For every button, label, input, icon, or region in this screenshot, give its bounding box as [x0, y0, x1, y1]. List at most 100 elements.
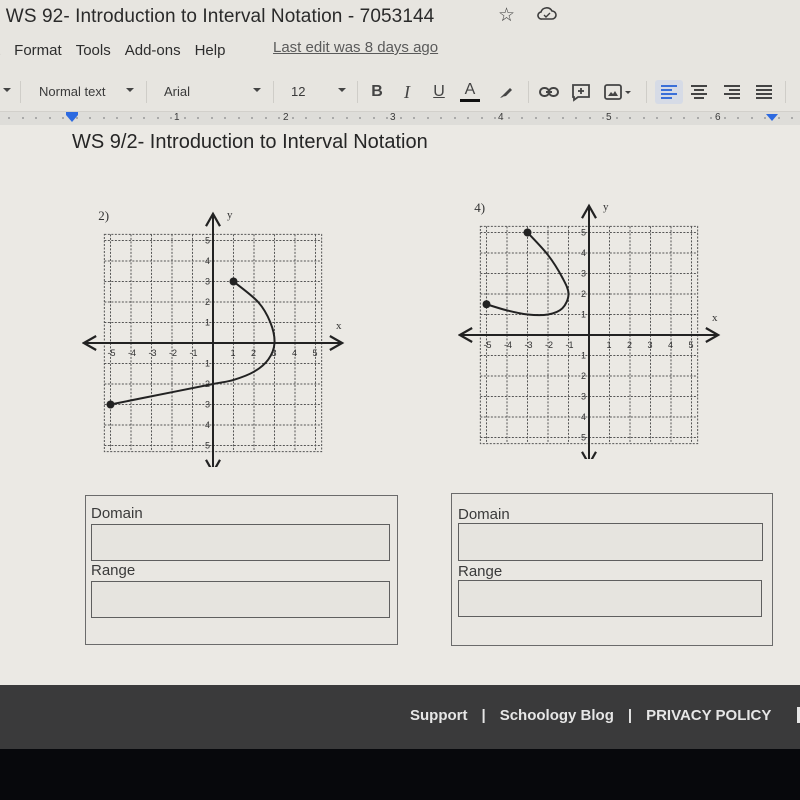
y-tick-label: 1 [205, 318, 210, 328]
x-tick-label: -5 [484, 340, 492, 350]
document-page[interactable]: WS 9/2- Introduction to Interval Notatio… [0, 125, 800, 685]
font-size-select[interactable]: 12 [291, 84, 305, 99]
ruler-tick [588, 117, 591, 119]
ruler-tick [750, 117, 753, 119]
x-tick-label: 5 [313, 348, 318, 358]
y-tick-label: 1 [581, 351, 586, 361]
chevron-down-icon[interactable] [3, 88, 11, 92]
underline-button[interactable]: U [431, 80, 447, 104]
ruler-tick [129, 117, 132, 119]
ruler-tick [102, 117, 105, 119]
footer-separator: | [481, 707, 486, 724]
y-tick-label: 5 [205, 236, 210, 246]
ruler-tick [561, 117, 564, 119]
footer-separator: | [627, 707, 633, 724]
ruler-tick [318, 117, 321, 119]
x-tick-label: -3 [525, 340, 533, 350]
x-tick-label: 4 [668, 340, 673, 350]
ruler-tick [251, 117, 253, 119]
y-tick-label: 4 [205, 420, 210, 430]
range-input[interactable] [458, 580, 762, 617]
font-family-select[interactable]: Arial [164, 84, 190, 99]
bold-button[interactable]: B [368, 80, 386, 104]
justify-icon[interactable] [755, 80, 773, 104]
ruler-tick [413, 117, 415, 119]
ruler-tick [116, 117, 118, 119]
domain-input[interactable] [91, 524, 390, 561]
menu-help[interactable]: Help [195, 42, 226, 59]
italic-button[interactable]: I [399, 80, 415, 104]
ruler-tick [683, 117, 685, 119]
ruler-tick [35, 117, 37, 119]
ruler-tick [737, 117, 739, 119]
ruler-number: 4 [498, 112, 504, 123]
y-tick-label: 4 [581, 248, 586, 258]
menu-tools[interactable]: Tools [76, 42, 111, 59]
ruler-tick [183, 117, 186, 119]
align-center-icon[interactable] [690, 80, 708, 104]
toolbar-divider [20, 81, 21, 103]
text-color-button[interactable]: A [460, 80, 480, 104]
right-indent-marker[interactable] [766, 114, 778, 121]
star-icon[interactable]: ☆ [498, 4, 515, 27]
menu-add-ons[interactable]: Add-ons [125, 42, 181, 59]
x-axis-label: x [336, 320, 342, 332]
toolbar-divider [528, 81, 529, 103]
footer-link-support[interactable]: Support [410, 707, 468, 724]
docs-header: - WS 92- Introduction to Interval Notati… [0, 0, 800, 130]
toolbar-divider [785, 81, 786, 103]
ruler-tick [75, 117, 78, 119]
align-right-icon[interactable] [723, 80, 741, 104]
ruler-tick [710, 117, 712, 119]
domain-input[interactable] [458, 523, 763, 561]
toolbar-divider [357, 81, 358, 103]
ruler-tick [494, 117, 496, 119]
ruler-tick [575, 117, 577, 119]
y-tick-label: 1 [581, 310, 586, 320]
ruler-number: 5 [606, 112, 612, 123]
ruler-number: 1 [174, 112, 180, 123]
ruler-tick [372, 117, 375, 119]
menu-format[interactable]: Format [14, 42, 62, 59]
ruler-tick [696, 117, 699, 119]
worksheet-heading: WS 9/2- Introduction to Interval Notatio… [72, 131, 428, 153]
insert-image-icon[interactable] [603, 80, 633, 104]
cloud-status-icon[interactable] [537, 6, 557, 22]
x-axis-label: x [712, 312, 718, 324]
x-tick-label: 4 [292, 348, 297, 358]
curve-endpoint [106, 400, 115, 409]
last-edit-link[interactable]: Last edit was 8 days ago [273, 39, 438, 56]
x-tick-label: -4 [128, 348, 136, 358]
ruler-tick [764, 117, 766, 119]
range-label: Range [458, 563, 503, 580]
ruler-tick [291, 117, 294, 119]
text-color-glyph: A [464, 81, 476, 98]
highlight-pen-icon[interactable] [497, 80, 515, 104]
document-title[interactable]: - WS 92- Introduction to Interval Notati… [0, 6, 434, 28]
ruler-tick [143, 117, 145, 119]
chevron-down-icon[interactable] [126, 88, 134, 92]
chevron-down-icon[interactable] [253, 88, 261, 92]
link-icon[interactable] [538, 80, 560, 104]
paragraph-style-select[interactable]: Normal text [39, 84, 105, 99]
y-tick-label: 3 [581, 392, 586, 402]
chevron-down-icon[interactable] [338, 88, 346, 92]
add-comment-icon[interactable] [570, 80, 592, 104]
range-input[interactable] [91, 581, 390, 618]
ruler-tick [197, 117, 199, 119]
ruler-tick [791, 117, 793, 119]
ruler-tick [224, 117, 226, 119]
y-axis-label: y [227, 209, 233, 221]
graph-problem-2: y x 2) -5 -4 -3 -2 -1 1 2 3 4 5 5 4 3 2 1 1 2 3 4 5 [82, 197, 352, 467]
ruler[interactable]: 1 2 3 4 5 6 [0, 111, 800, 125]
y-tick-label: 3 [205, 400, 210, 410]
ruler-tick [332, 117, 334, 119]
ruler-tick [237, 117, 240, 119]
align-left-button[interactable] [655, 80, 683, 104]
footer-link-schoology-blog[interactable]: Schoology Blog [500, 707, 614, 724]
footer-link-privacy-policy[interactable]: PRIVACY POLICY [646, 707, 771, 724]
ruler-tick [264, 117, 267, 119]
ruler-tick [426, 117, 429, 119]
ruler-tick [467, 117, 469, 119]
screen: - WS 92- Introduction to Interval Notati… [0, 0, 800, 800]
